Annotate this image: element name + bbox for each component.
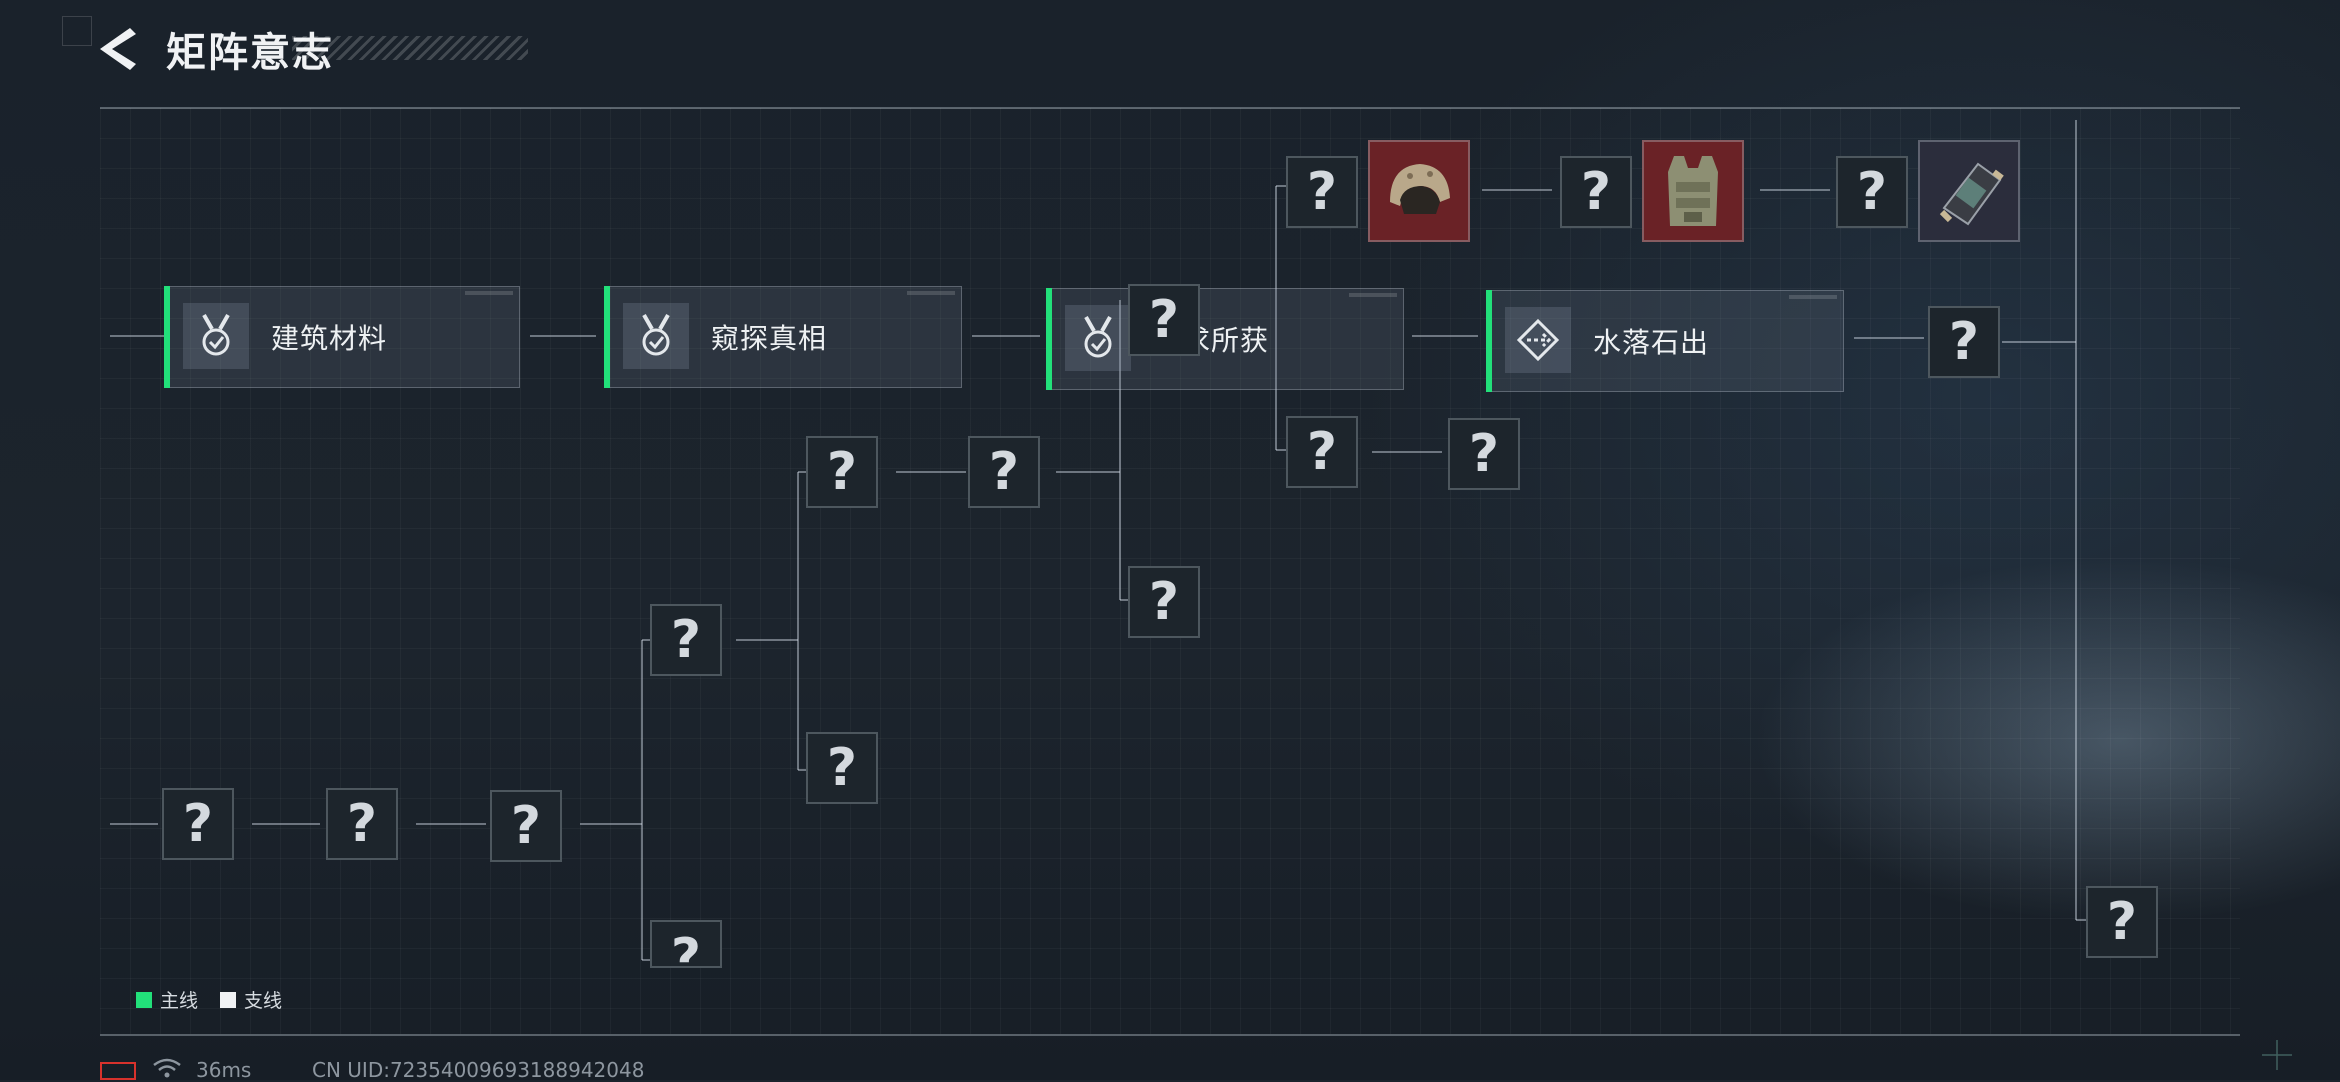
legend-swatch-main bbox=[136, 991, 152, 1008]
unknown-quest[interactable]: ? bbox=[326, 788, 398, 860]
armor-vest-icon bbox=[1668, 156, 1718, 226]
quest-card-truth-revealed[interactable]: 水落石出 bbox=[1486, 290, 1844, 392]
medal-check-icon bbox=[1065, 305, 1131, 371]
user-uid: CN UID:72354009693188942048 bbox=[312, 1058, 645, 1082]
corner-crosshair-icon bbox=[2262, 1040, 2292, 1070]
legend-label: 主线 bbox=[160, 990, 199, 1012]
medal-check-icon bbox=[183, 303, 249, 369]
diamond-arrow-icon bbox=[1505, 307, 1571, 373]
gear-rig-icon bbox=[1939, 162, 2004, 226]
reward-armor-vest[interactable] bbox=[1642, 140, 1744, 242]
quest-card-seek-gain[interactable]: 所求所获 bbox=[1046, 288, 1404, 390]
unknown-quest[interactable]: ? bbox=[1128, 566, 1200, 638]
wifi-icon bbox=[153, 1058, 181, 1078]
unknown-quest[interactable]: ? bbox=[650, 604, 722, 676]
question-mark-icon: ? bbox=[826, 442, 858, 502]
unknown-quest[interactable]: ? bbox=[806, 436, 878, 508]
question-mark-icon: ? bbox=[1306, 422, 1338, 482]
quest-label: 建筑材料 bbox=[271, 322, 388, 355]
main-line-accent bbox=[164, 286, 170, 388]
question-mark-icon: ? bbox=[2106, 892, 2138, 952]
question-mark-icon: ? bbox=[1856, 162, 1888, 222]
question-mark-icon: ? bbox=[1148, 572, 1180, 632]
unknown-quest[interactable]: ? bbox=[1836, 156, 1908, 228]
quest-card-spy-truth[interactable]: 窥探真相 bbox=[604, 286, 962, 388]
question-mark-icon: ? bbox=[1580, 162, 1612, 222]
quest-label: 窥探真相 bbox=[711, 322, 828, 355]
unknown-quest[interactable]: ? bbox=[162, 788, 234, 860]
question-mark-icon: ? bbox=[826, 738, 858, 798]
question-mark-icon: ? bbox=[1948, 312, 1980, 372]
question-mark-icon: ? bbox=[182, 794, 214, 854]
medal-check-icon bbox=[623, 303, 689, 369]
question-mark-icon: ? bbox=[670, 610, 702, 670]
legend-label: 支线 bbox=[244, 990, 283, 1012]
question-mark-icon: ? bbox=[1148, 290, 1180, 350]
main-line-accent bbox=[1486, 290, 1492, 392]
reward-helmet[interactable] bbox=[1368, 140, 1470, 242]
main-line-accent bbox=[604, 286, 610, 388]
unknown-quest[interactable]: ? bbox=[1560, 156, 1632, 228]
card-decoration bbox=[1789, 295, 1837, 299]
reward-rig[interactable] bbox=[1918, 140, 2020, 242]
legend-swatch-side bbox=[220, 991, 236, 1008]
quest-card-building-materials[interactable]: 建筑材料 bbox=[164, 286, 520, 388]
question-mark-icon: ? bbox=[1306, 162, 1338, 222]
unknown-quest[interactable]: ? bbox=[490, 790, 562, 862]
card-decoration bbox=[465, 291, 513, 295]
question-mark-icon: ? bbox=[510, 796, 542, 856]
unknown-quest[interactable]: ? bbox=[806, 732, 878, 804]
main-line-accent bbox=[1046, 288, 1052, 390]
helmet-icon bbox=[1390, 164, 1450, 214]
legend-side-line: 支线 bbox=[220, 986, 282, 1013]
unknown-quest[interactable]: ? bbox=[1128, 284, 1200, 356]
unknown-quest[interactable]: ? bbox=[968, 436, 1040, 508]
unknown-quest[interactable]: ? bbox=[1286, 156, 1358, 228]
question-mark-icon: ? bbox=[1468, 424, 1500, 484]
battery-icon bbox=[100, 1062, 136, 1080]
ping-value: 36ms bbox=[196, 1058, 252, 1082]
legend-main-line: 主线 bbox=[136, 986, 198, 1013]
unknown-quest[interactable]: ? bbox=[2086, 886, 2158, 958]
unknown-quest[interactable]: ? bbox=[1286, 416, 1358, 488]
card-decoration bbox=[907, 291, 955, 295]
quest-label: 水落石出 bbox=[1593, 326, 1710, 359]
unknown-quest[interactable]: ? bbox=[1928, 306, 2000, 378]
question-mark-icon: ? bbox=[346, 794, 378, 854]
question-mark-icon: ? bbox=[670, 928, 702, 968]
question-mark-icon: ? bbox=[988, 442, 1020, 502]
unknown-quest[interactable]: ? bbox=[1448, 418, 1520, 490]
unknown-quest[interactable]: ? bbox=[650, 920, 722, 968]
card-decoration bbox=[1349, 293, 1397, 297]
